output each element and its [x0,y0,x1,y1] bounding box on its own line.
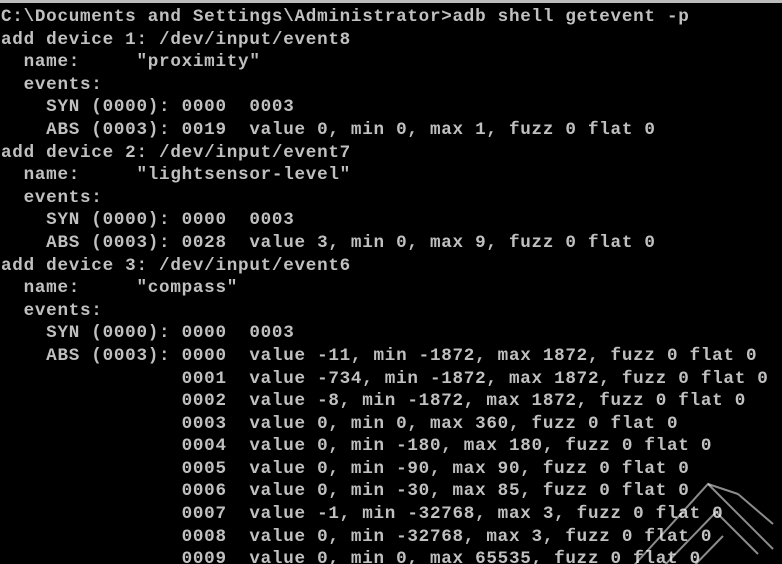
console-line: 0006 value 0, min -30, max 85, fuzz 0 fl… [1,481,690,502]
console-line: SYN (0000): 0000 0003 [1,210,295,231]
console-line: events: [1,300,103,321]
console-line: name: "lightsensor-level" [1,165,351,186]
console-line: name: "compass" [1,278,239,299]
console-line: ABS (0003): 0000 value -11, min -1872, m… [1,345,758,366]
console-line: 0009 value 0, min 0, max 65535, fuzz 0 f… [1,549,701,564]
console-line: ABS (0003): 0019 value 0, min 0, max 1, … [1,119,656,140]
window-frame-edge [0,0,782,3]
console-line: add device 3: /dev/input/event6 [1,255,351,276]
console-line: 0004 value 0, min -180, max 180, fuzz 0 … [1,436,713,457]
console-line: 0005 value 0, min -90, max 90, fuzz 0 fl… [1,458,690,479]
console-output: C:\Documents and Settings\Administrator>… [1,6,769,564]
console-line: add device 1: /dev/input/event8 [1,29,351,50]
console-line: 0008 value 0, min -32768, max 3, fuzz 0 … [1,526,713,547]
console-line: 0002 value -8, min -1872, max 1872, fuzz… [1,391,747,412]
console-line: events: [1,74,103,95]
console-line: ABS (0003): 0028 value 3, min 0, max 9, … [1,232,656,253]
console-line: 0007 value -1, min -32768, max 3, fuzz 0… [1,504,724,525]
console-line: SYN (0000): 0000 0003 [1,323,295,344]
console-line: add device 2: /dev/input/event7 [1,142,351,163]
command-prompt-console[interactable]: C:\Documents and Settings\Administrator>… [0,0,782,564]
console-line: name: "proximity" [1,52,261,73]
console-line: 0003 value 0, min 0, max 360, fuzz 0 fla… [1,413,679,434]
console-line: C:\Documents and Settings\Administrator>… [1,7,690,27]
console-line: 0001 value -734, min -1872, max 1872, fu… [1,368,769,389]
console-line: SYN (0000): 0000 0003 [1,97,295,118]
console-line: events: [1,187,103,208]
